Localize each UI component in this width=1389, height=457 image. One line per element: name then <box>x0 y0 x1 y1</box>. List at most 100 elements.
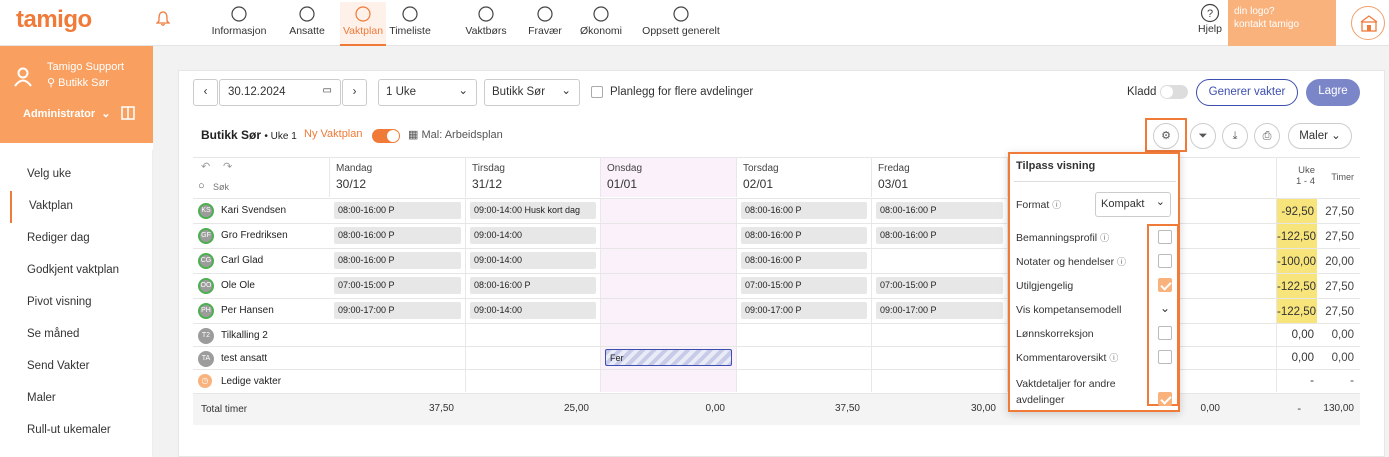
nav-ansatte[interactable]: Ansatte <box>285 2 329 46</box>
schedule-cell[interactable] <box>330 347 466 369</box>
draft-toggle[interactable] <box>1160 85 1188 99</box>
nav-vaktbørs[interactable]: Vaktbørs <box>462 2 510 46</box>
schedule-cell[interactable] <box>466 324 601 346</box>
schedule-cell[interactable]: 09:00-14:00 Husk kort dag <box>466 199 601 223</box>
shift-block[interactable]: 09:00-14:00 Husk kort dag <box>470 202 596 219</box>
sidebar-item-rull-ut-ukemaler[interactable]: Rull-ut ukemaler <box>10 415 153 447</box>
shift-block[interactable]: 08:00-16:00 P <box>741 252 867 269</box>
redo-icon[interactable]: ↷ <box>223 160 232 173</box>
avatar[interactable]: OO <box>198 278 214 294</box>
shift-block[interactable]: 08:00-16:00 P <box>334 202 461 219</box>
download-button[interactable]: ⤓ <box>1222 123 1248 149</box>
employee-name[interactable]: Ledige vakter <box>221 376 281 387</box>
nav-vaktplan[interactable]: Vaktplan <box>340 2 386 46</box>
popup-option-checkbox[interactable] <box>1158 350 1172 364</box>
employee-name[interactable]: test ansatt <box>221 353 267 364</box>
schedule-cell[interactable] <box>737 324 872 346</box>
sidebar-item-velg-uke[interactable]: Velg uke <box>10 159 153 191</box>
nav-økonomi[interactable]: Økonomi <box>577 2 625 46</box>
avatar[interactable]: KS <box>198 203 214 219</box>
schedule-cell[interactable] <box>872 370 1008 392</box>
nav-oppsett-generelt[interactable]: Oppsett generelt <box>638 2 724 46</box>
print-button[interactable]: ⎙ <box>1254 123 1280 149</box>
shift-block[interactable]: 09:00-17:00 P <box>741 302 867 319</box>
schedule-cell[interactable]: 08:00-16:00 P <box>330 199 466 223</box>
schedule-cell[interactable]: 07:00-15:00 P <box>872 274 1008 298</box>
format-select[interactable]: Kompakt ⌄ <box>1095 192 1171 217</box>
schedule-cell[interactable]: Fer <box>601 347 737 369</box>
shift-block[interactable]: 09:00-14:00 <box>470 302 596 319</box>
schedule-cell[interactable] <box>872 249 1008 273</box>
shift-block[interactable]: 07:00-15:00 P <box>741 277 867 294</box>
shift-block[interactable]: 09:00-14:00 <box>470 252 596 269</box>
sidebar-item-send-vakter[interactable]: Send Vakter <box>10 351 153 383</box>
sidebar-item-pivot-visning[interactable]: Pivot visning <box>10 287 153 319</box>
employee-name[interactable]: Tilkalling 2 <box>221 330 268 341</box>
nav-informasjon[interactable]: Informasjon <box>210 2 268 46</box>
schedule-cell[interactable] <box>601 299 737 323</box>
undo-icon[interactable]: ↶ <box>201 160 210 173</box>
schedule-cell[interactable]: 08:00-16:00 P <box>872 224 1008 248</box>
schedule-cell[interactable]: 09:00-14:00 <box>466 299 601 323</box>
popup-option-checkbox[interactable] <box>1158 278 1172 292</box>
schedule-cell[interactable]: 09:00-14:00 <box>466 249 601 273</box>
templates-button[interactable]: Maler ⌄ <box>1288 123 1352 149</box>
shift-block[interactable]: 08:00-16:00 P <box>334 252 461 269</box>
schedule-cell[interactable]: 08:00-16:00 P <box>330 249 466 273</box>
sidebar-item-maler[interactable]: Maler <box>10 383 153 415</box>
shift-block[interactable]: 08:00-16:00 P <box>741 202 867 219</box>
view-settings-button[interactable]: ⚙ <box>1153 123 1179 149</box>
day-header-1[interactable]: Tirsdag 31/12 <box>466 157 601 197</box>
popup-option-checkbox[interactable] <box>1158 254 1172 268</box>
department-select[interactable]: Butikk Sør ⌄ <box>484 79 580 106</box>
schedule-cell[interactable] <box>872 324 1008 346</box>
popup-option-checkbox[interactable] <box>1158 326 1172 340</box>
schedule-cell[interactable] <box>466 347 601 369</box>
employee-name[interactable]: Kari Svendsen <box>221 205 286 216</box>
app-logo[interactable]: tamigo <box>16 6 92 34</box>
sidebar-item-vaktplan[interactable]: Vaktplan <box>10 191 153 223</box>
multi-dept-checkbox[interactable] <box>591 86 603 98</box>
shift-block[interactable]: 09:00-17:00 P <box>334 302 461 319</box>
sidebar-item-rediger-dag[interactable]: Rediger dag <box>10 223 153 255</box>
employee-name[interactable]: Ole Ole <box>221 280 255 291</box>
schedule-cell[interactable]: 08:00-16:00 P <box>737 249 872 273</box>
role-selector[interactable]: Administrator ⌄ <box>23 107 110 120</box>
shift-block[interactable]: 07:00-15:00 P <box>334 277 461 294</box>
help-button[interactable]: ? Hjelp <box>1190 2 1230 35</box>
schedule-cell[interactable] <box>737 370 872 392</box>
shift-block[interactable]: 08:00-16:00 P <box>876 202 1003 219</box>
next-week-button[interactable]: › <box>342 79 367 106</box>
schedule-cell[interactable] <box>601 224 737 248</box>
shift-block[interactable]: 08:00-16:00 P <box>470 277 596 294</box>
popup-option-checkbox[interactable] <box>1158 392 1172 406</box>
schedule-cell[interactable] <box>737 347 872 369</box>
schedule-cell[interactable]: 07:00-15:00 P <box>330 274 466 298</box>
schedule-cell[interactable] <box>872 347 1008 369</box>
schedule-cell[interactable]: 09:00-17:00 P <box>872 299 1008 323</box>
filter-button[interactable]: ⏷ <box>1190 123 1216 149</box>
avatar[interactable]: GF <box>198 228 214 244</box>
employee-name[interactable]: Carl Glad <box>221 255 263 266</box>
schedule-cell[interactable]: 09:00-17:00 P <box>330 299 466 323</box>
shift-block[interactable]: 08:00-16:00 P <box>741 227 867 244</box>
save-button[interactable]: Lagre <box>1306 79 1360 106</box>
period-select[interactable]: 1 Uke ⌄ <box>378 79 477 106</box>
schedule-cell[interactable]: 07:00-15:00 P <box>737 274 872 298</box>
schedule-cell[interactable]: 08:00-16:00 P <box>872 199 1008 223</box>
avatar[interactable]: TA <box>198 351 214 367</box>
nav-timeliste[interactable]: Timeliste <box>388 2 432 46</box>
day-header-4[interactable]: Fredag 03/01 <box>872 157 1008 197</box>
popup-option-checkbox[interactable] <box>1158 230 1172 244</box>
employee-name[interactable]: Gro Fredriksen <box>221 230 288 241</box>
vacation-block[interactable]: Fer <box>605 349 732 366</box>
schedule-cell[interactable] <box>601 249 737 273</box>
nav-fravær[interactable]: Fravær <box>523 2 567 46</box>
schedule-cell[interactable] <box>330 370 466 392</box>
sidebar-item-godkjent-vaktplan[interactable]: Godkjent vaktplan <box>10 255 153 287</box>
schedule-cell[interactable]: 09:00-17:00 P <box>737 299 872 323</box>
sidebar-item-se-måned[interactable]: Se måned <box>10 319 153 351</box>
prev-week-button[interactable]: ‹ <box>193 79 218 106</box>
employee-search-input[interactable] <box>213 179 323 195</box>
custom-logo-box[interactable]: din logo? kontakt tamigo <box>1228 0 1336 46</box>
